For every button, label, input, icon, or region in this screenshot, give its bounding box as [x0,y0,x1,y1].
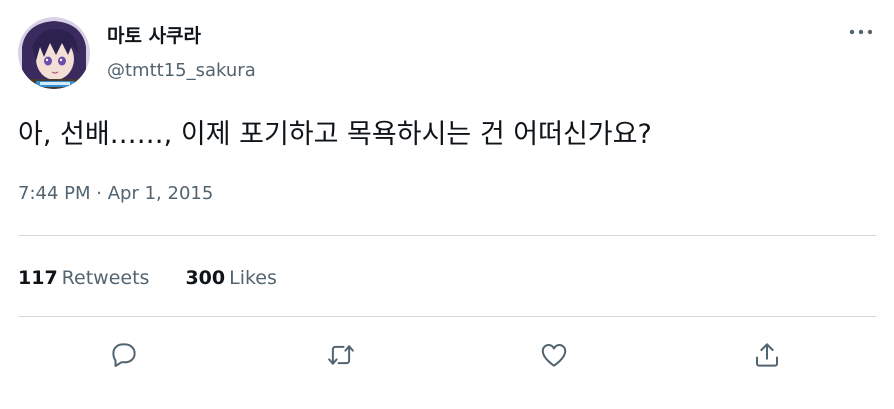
tweet-stats: 117 Retweets 300 Likes [18,266,277,290]
retweet-button[interactable] [324,338,358,372]
reply-button[interactable] [107,338,141,372]
tweet-card: 마토 사쿠라 @tmtt15_sakura 아, 선배……, 이제 포기하고 목… [0,0,894,409]
avatar-image [18,17,90,89]
like-icon [541,344,567,367]
more-icon[interactable] [846,22,876,42]
user-handle[interactable]: @tmtt15_sakura [107,60,256,82]
divider [18,316,876,317]
tweet-time[interactable]: 7:44 PM [18,183,91,204]
tweet-date[interactable]: Apr 1, 2015 [108,183,214,204]
tweet-text: 아, 선배……, 이제 포기하고 목욕하시는 건 어떠신가요? [18,119,652,150]
likes-label: Likes [229,267,277,289]
like-button[interactable] [537,338,571,372]
retweet-icon [328,345,354,365]
retweets-stat[interactable]: 117 Retweets [18,266,149,290]
display-name[interactable]: 마토 사쿠라 [107,24,201,48]
tweet-timestamp: 7:44 PM · Apr 1, 2015 [18,182,213,206]
avatar[interactable] [18,17,90,89]
share-button[interactable] [750,338,784,372]
likes-count: 300 [185,267,226,289]
retweets-count: 117 [18,267,58,289]
timestamp-separator: · [96,183,102,204]
reply-icon [112,343,136,367]
share-icon [756,343,778,367]
retweets-label: Retweets [61,267,150,289]
likes-stat[interactable]: 300 Likes [185,266,276,290]
divider [18,235,876,236]
